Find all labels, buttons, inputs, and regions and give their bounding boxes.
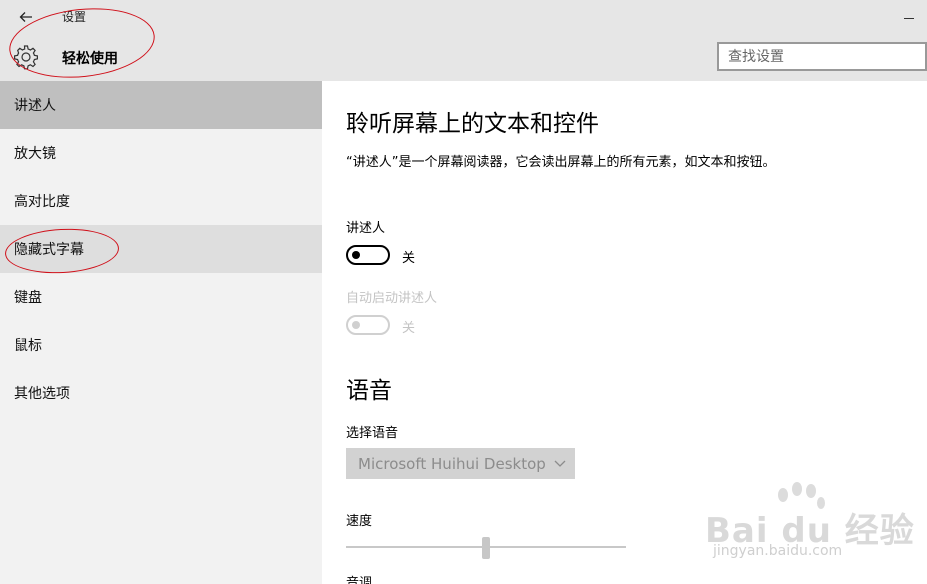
speed-slider[interactable] <box>346 537 626 559</box>
main-content: 聆听屏幕上的文本和控件 “讲述人”是一个屏幕阅读器，它会读出屏幕上的所有元素，如… <box>322 81 927 584</box>
narrator-toggle-state: 关 <box>402 251 416 266</box>
choose-voice-label: 选择语音 <box>346 426 399 441</box>
sidebar-item-high-contrast[interactable]: 高对比度 <box>0 177 322 225</box>
sidebar-item-label: 隐藏式字幕 <box>14 242 84 258</box>
voice-select: Microsoft Huihui Desktop <box>346 448 575 479</box>
sidebar-item-other-options[interactable]: 其他选项 <box>0 369 322 417</box>
sidebar-item-keyboard[interactable]: 键盘 <box>0 273 322 321</box>
search-input[interactable] <box>719 44 918 69</box>
page-description: “讲述人”是一个屏幕阅读器，它会读出屏幕上的所有元素，如文本和按钮。 <box>346 155 776 170</box>
toggle-knob <box>352 251 360 259</box>
auto-start-toggle-state: 关 <box>402 321 416 336</box>
sidebar-item-label: 其他选项 <box>14 386 70 402</box>
sidebar-item-magnifier[interactable]: 放大镜 <box>0 129 322 177</box>
page-heading: 聆听屏幕上的文本和控件 <box>346 111 599 137</box>
speed-label: 速度 <box>346 514 373 529</box>
gear-icon <box>14 45 38 70</box>
sidebar-item-mouse[interactable]: 鼠标 <box>0 321 322 369</box>
page-category-title: 轻松使用 <box>62 51 118 67</box>
sidebar-item-narrator[interactable]: 讲述人 <box>0 81 322 129</box>
toggle-knob <box>352 321 360 329</box>
arrow-left-icon <box>19 12 32 22</box>
chevron-down-icon <box>554 460 566 467</box>
narrator-label: 讲述人 <box>346 221 386 236</box>
auto-start-toggle <box>346 315 390 335</box>
voice-select-value: Microsoft Huihui Desktop <box>358 454 546 473</box>
app-title: 设置 <box>62 10 87 24</box>
title-bar: 设置 轻松使用 <box>0 0 927 81</box>
sidebar-item-label: 鼠标 <box>14 338 42 354</box>
minimize-button[interactable] <box>898 4 922 26</box>
back-button[interactable] <box>13 6 39 28</box>
narrator-toggle[interactable] <box>346 245 390 265</box>
settings-window: 设置 轻松使用 讲述人 放大镜 高对比度 隐藏式字幕 键盘 鼠标 <box>0 0 927 584</box>
sidebar-item-label: 讲述人 <box>14 98 56 114</box>
pitch-label: 音调 <box>346 576 373 584</box>
voice-section-heading: 语音 <box>346 378 392 404</box>
sidebar: 讲述人 放大镜 高对比度 隐藏式字幕 键盘 鼠标 其他选项 <box>0 81 322 584</box>
sidebar-item-label: 高对比度 <box>14 194 70 210</box>
auto-start-label: 自动启动讲述人 <box>346 291 438 306</box>
sidebar-item-closed-captions[interactable]: 隐藏式字幕 <box>0 225 322 273</box>
sidebar-item-label: 放大镜 <box>14 146 56 162</box>
search-box[interactable] <box>717 42 927 71</box>
sidebar-item-label: 键盘 <box>14 290 42 306</box>
slider-thumb[interactable] <box>482 537 490 559</box>
